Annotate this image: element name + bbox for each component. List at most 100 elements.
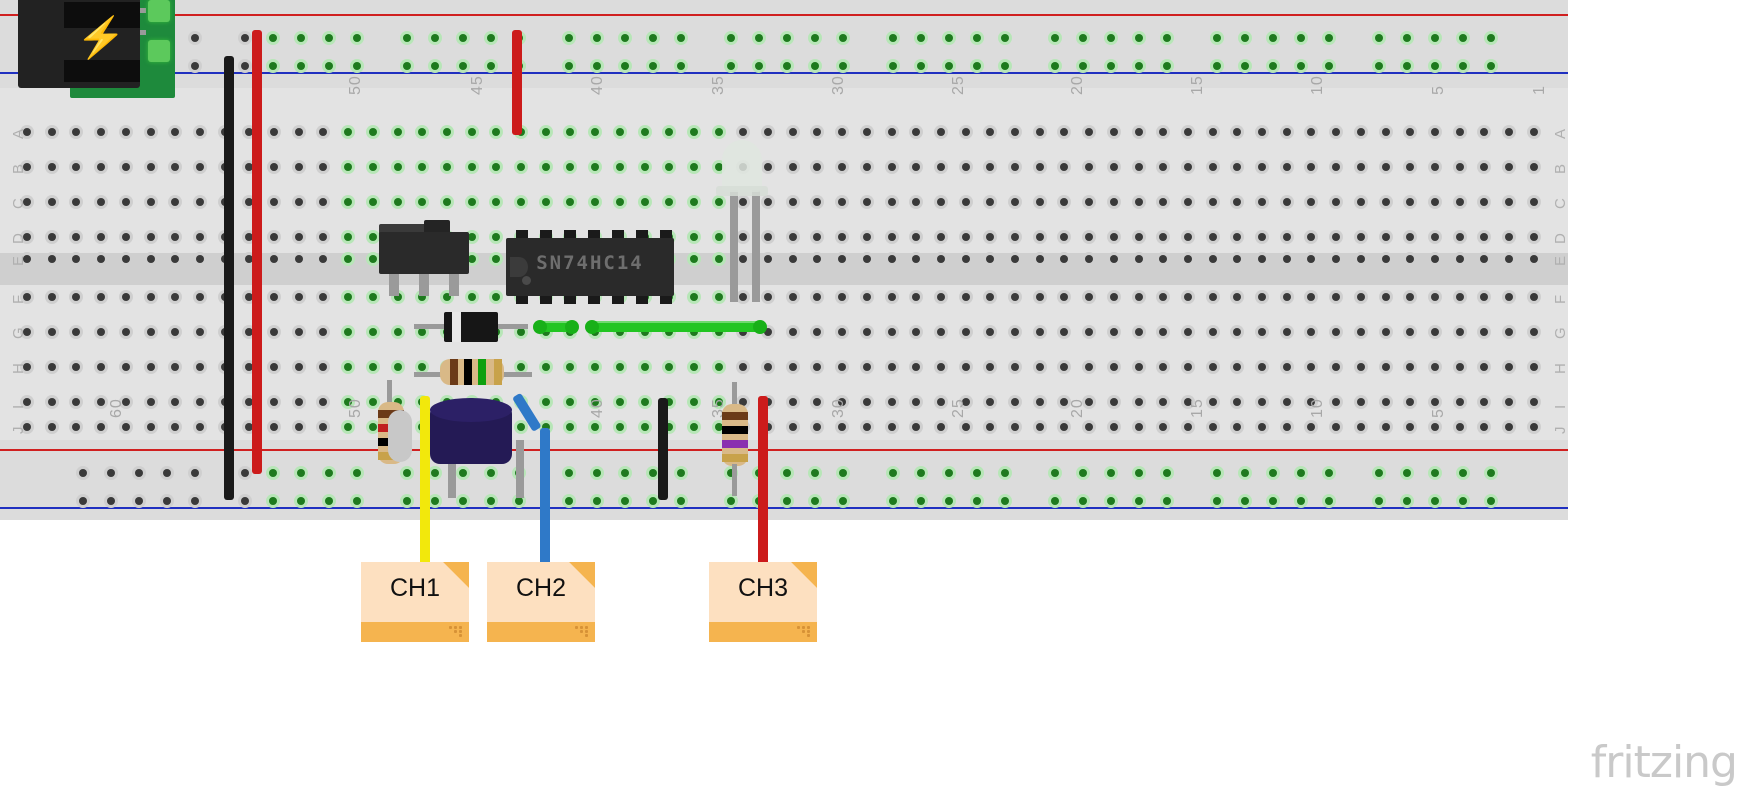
hole-row-C[interactable] (69, 195, 83, 209)
hole-row-G[interactable] (1354, 325, 1368, 339)
rail-hole[interactable] (752, 59, 766, 73)
vcc-wire-red[interactable] (512, 30, 522, 135)
hole-row-D[interactable] (168, 230, 182, 244)
rail-hole[interactable] (400, 59, 414, 73)
rail-hole[interactable] (484, 494, 498, 508)
hole-row-G[interactable] (786, 325, 800, 339)
hole-row-J[interactable] (983, 420, 997, 434)
hole-row-I[interactable] (1502, 395, 1516, 409)
hole-row-A[interactable] (835, 125, 849, 139)
rail-hole[interactable] (1322, 31, 1336, 45)
hole-row-G[interactable] (391, 325, 405, 339)
hole-row-I[interactable] (144, 395, 158, 409)
hole-row-A[interactable] (1379, 125, 1393, 139)
rail-hole[interactable] (1484, 494, 1498, 508)
rail-hole[interactable] (1132, 31, 1146, 45)
hole-row-B[interactable] (1453, 160, 1467, 174)
rail-hole[interactable] (808, 59, 822, 73)
hole-row-C[interactable] (144, 195, 158, 209)
hole-row-D[interactable] (712, 230, 726, 244)
hole-row-D[interactable] (1379, 230, 1393, 244)
hole-row-G[interactable] (366, 325, 380, 339)
hole-row-B[interactable] (119, 160, 133, 174)
hole-row-B[interactable] (144, 160, 158, 174)
hole-row-A[interactable] (366, 125, 380, 139)
rail-hole[interactable] (808, 494, 822, 508)
rail-hole[interactable] (998, 59, 1012, 73)
hole-row-I[interactable] (563, 395, 577, 409)
hole-row-E[interactable] (69, 252, 83, 266)
hole-row-G[interactable] (267, 325, 281, 339)
hole-row-H[interactable] (1453, 360, 1467, 374)
hole-row-E[interactable] (1255, 252, 1269, 266)
rail-hole[interactable] (618, 59, 632, 73)
rail-hole[interactable] (1294, 31, 1308, 45)
hole-row-B[interactable] (1057, 160, 1071, 174)
hole-row-C[interactable] (786, 195, 800, 209)
hole-row-H[interactable] (934, 360, 948, 374)
hole-row-B[interactable] (1181, 160, 1195, 174)
rail-hole[interactable] (674, 466, 688, 480)
rail-hole[interactable] (1294, 466, 1308, 480)
hole-row-D[interactable] (69, 230, 83, 244)
hole-row-H[interactable] (119, 360, 133, 374)
hole-row-C[interactable] (1033, 195, 1047, 209)
rail-hole[interactable] (238, 494, 252, 508)
hole-row-G[interactable] (1329, 325, 1343, 339)
hole-row-J[interactable] (1502, 420, 1516, 434)
rail-hole[interactable] (188, 494, 202, 508)
hole-row-F[interactable] (959, 290, 973, 304)
rail-hole[interactable] (886, 494, 900, 508)
hole-row-C[interactable] (415, 195, 429, 209)
hole-row-J[interactable] (193, 420, 207, 434)
hole-row-D[interactable] (1255, 230, 1269, 244)
ground-wire-black[interactable] (224, 56, 234, 500)
hole-row-J[interactable] (341, 420, 355, 434)
hole-row-I[interactable] (193, 395, 207, 409)
rail-hole[interactable] (808, 466, 822, 480)
rail-hole[interactable] (294, 466, 308, 480)
hole-row-H[interactable] (366, 360, 380, 374)
hole-row-J[interactable] (959, 420, 973, 434)
hole-row-C[interactable] (1008, 195, 1022, 209)
hole-row-E[interactable] (1502, 252, 1516, 266)
hole-row-J[interactable] (786, 420, 800, 434)
hole-row-J[interactable] (1206, 420, 1220, 434)
hole-row-C[interactable] (1132, 195, 1146, 209)
hole-row-F[interactable] (292, 290, 306, 304)
hole-row-D[interactable] (1527, 230, 1541, 244)
hole-row-D[interactable] (119, 230, 133, 244)
hole-row-J[interactable] (810, 420, 824, 434)
rail-hole[interactable] (1266, 59, 1280, 73)
hole-row-E[interactable] (1477, 252, 1491, 266)
hole-row-B[interactable] (885, 160, 899, 174)
rail-hole[interactable] (238, 31, 252, 45)
rail-hole[interactable] (322, 31, 336, 45)
hole-row-E[interactable] (835, 252, 849, 266)
hole-row-I[interactable] (1033, 395, 1047, 409)
rail-hole[interactable] (1210, 31, 1224, 45)
hole-row-G[interactable] (1379, 325, 1393, 339)
hole-row-E[interactable] (983, 252, 997, 266)
rail-hole[interactable] (1294, 494, 1308, 508)
hole-row-J[interactable] (1428, 420, 1442, 434)
hole-row-B[interactable] (934, 160, 948, 174)
dc-barrel-jack[interactable]: ⚡ (18, 0, 140, 88)
rail-hole[interactable] (104, 466, 118, 480)
hole-row-F[interactable] (489, 290, 503, 304)
ch1-probe-wire[interactable] (420, 396, 430, 582)
hole-row-A[interactable] (1255, 125, 1269, 139)
hole-row-C[interactable] (761, 195, 775, 209)
rail-hole[interactable] (562, 466, 576, 480)
hole-row-I[interactable] (1255, 395, 1269, 409)
hole-row-B[interactable] (1477, 160, 1491, 174)
hole-row-F[interactable] (1379, 290, 1393, 304)
hole-row-G[interactable] (983, 325, 997, 339)
hole-row-F[interactable] (1527, 290, 1541, 304)
rail-hole[interactable] (1266, 494, 1280, 508)
hole-row-F[interactable] (267, 290, 281, 304)
hole-row-F[interactable] (1403, 290, 1417, 304)
hole-row-I[interactable] (638, 395, 652, 409)
hole-row-G[interactable] (835, 325, 849, 339)
note-ch3[interactable]: CH3 (709, 562, 817, 642)
